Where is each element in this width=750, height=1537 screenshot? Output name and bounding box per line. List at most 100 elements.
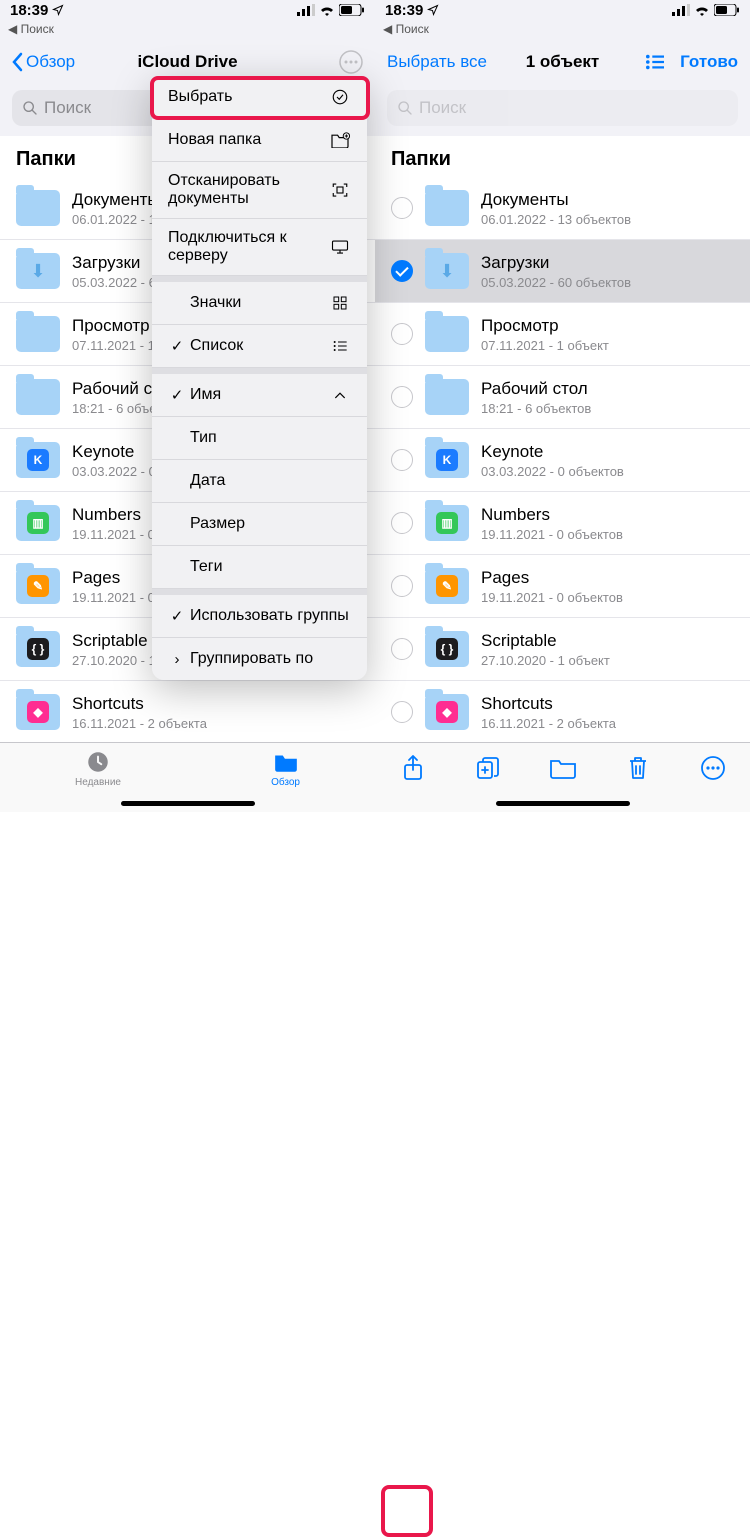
folder-row[interactable]: Просмотр 07.11.2021 - 1 объект (375, 303, 750, 366)
menu-sort-name[interactable]: ✓Имя (152, 374, 367, 417)
menu-connect[interactable]: Подключиться к серверу (152, 219, 367, 276)
folder-icon: ◆ (16, 694, 60, 730)
folder-row[interactable]: ▥Numbers19.11.2021 - 0 объектов (375, 492, 750, 555)
battery-icon (714, 4, 740, 16)
folder-meta: 19.11.2021 - 0 объектов (481, 590, 734, 605)
folder-icon (425, 316, 469, 352)
battery-icon (339, 4, 365, 16)
tab-recent[interactable]: Недавние (75, 749, 121, 788)
share-button[interactable] (398, 753, 428, 783)
scan-icon (329, 181, 351, 199)
select-radio[interactable] (391, 701, 413, 723)
search-icon (22, 100, 38, 116)
view-list-icon[interactable] (644, 53, 666, 71)
folder-icon: ▥ (16, 505, 60, 541)
location-icon (52, 4, 64, 16)
menu-view-list[interactable]: ✓Список (152, 325, 367, 368)
home-indicator[interactable] (121, 801, 255, 806)
select-radio[interactable] (391, 449, 413, 471)
menu-new-folder[interactable]: Новая папка (152, 119, 367, 162)
menu-use-groups[interactable]: ✓Использовать группы (152, 595, 367, 638)
signal-icon (297, 4, 315, 16)
clock-icon (85, 749, 111, 775)
context-menu: Выбрать Новая папка Отсканировать докуме… (152, 76, 367, 680)
folder-row[interactable]: Документы06.01.2022 - 13 объектов (375, 177, 750, 240)
folder-row[interactable]: ✎ Pages 19.11.2021 - 0 объектов (375, 555, 750, 618)
duplicate-button[interactable] (473, 753, 503, 783)
folder-name: Keynote (481, 442, 734, 462)
folder-icon (16, 379, 60, 415)
back-button[interactable]: Обзор (12, 52, 75, 72)
menu-sort-size[interactable]: Размер (152, 503, 367, 546)
more-icon[interactable] (339, 50, 363, 74)
back-to-app[interactable]: ◀ Поиск (0, 20, 375, 40)
done-button[interactable]: Готово (680, 52, 738, 72)
select-radio[interactable] (391, 386, 413, 408)
select-radio[interactable] (391, 260, 413, 282)
location-icon (427, 4, 439, 16)
menu-view-icons[interactable]: Значки (152, 282, 367, 325)
back-to-app[interactable]: ◀ Поиск (375, 20, 750, 40)
folder-name: Numbers (481, 505, 734, 525)
folder-meta: 16.11.2021 - 2 объекта (72, 716, 359, 731)
folder-icon: ✎ (16, 568, 60, 604)
select-radio[interactable] (391, 638, 413, 660)
folder-name: Просмотр (481, 316, 734, 336)
folder-icon: K (425, 442, 469, 478)
search-placeholder: Поиск (419, 98, 466, 118)
menu-sort-type[interactable]: Тип (152, 417, 367, 460)
folder-icon: ⬇ (425, 253, 469, 289)
folder-icon: ✎ (425, 568, 469, 604)
folder-icon (16, 316, 60, 352)
folder-icon: { } (425, 631, 469, 667)
folder-name: Shortcuts (481, 694, 734, 714)
menu-select[interactable]: Выбрать (152, 76, 367, 119)
tab-browse[interactable]: Обзор (271, 749, 300, 788)
screen-left: 18:39 ◀ Поиск Обзор iCloud Drive (0, 0, 375, 812)
folder-icon (425, 190, 469, 226)
folder-meta: 07.11.2021 - 1 объект (481, 338, 734, 353)
select-radio[interactable] (391, 575, 413, 597)
folder-row[interactable]: KKeynote03.03.2022 - 0 объектов (375, 429, 750, 492)
folder-meta: 27.10.2020 - 1 объект (481, 653, 734, 668)
folder-icon: ⬇ (16, 253, 60, 289)
folder-icon (425, 379, 469, 415)
folder-name: Pages (481, 568, 734, 588)
select-all-button[interactable]: Выбрать все (387, 52, 487, 72)
select-radio[interactable] (391, 197, 413, 219)
menu-group-by[interactable]: ›Группировать по (152, 638, 367, 680)
folder-icon: K (16, 442, 60, 478)
section-header: Папки (375, 136, 750, 177)
folder-row[interactable]: { }Scriptable27.10.2020 - 1 объект (375, 618, 750, 681)
menu-sort-tags[interactable]: Теги (152, 546, 367, 589)
wifi-icon (694, 4, 710, 16)
folder-row[interactable]: ◆Shortcuts16.11.2021 - 2 объекта (375, 681, 750, 742)
search-input: Поиск (387, 90, 738, 126)
more-button[interactable] (698, 753, 728, 783)
folder-icon (273, 749, 299, 775)
check-circle-icon (329, 88, 351, 106)
select-radio[interactable] (391, 512, 413, 534)
menu-sort-date[interactable]: Дата (152, 460, 367, 503)
wifi-icon (319, 4, 335, 16)
search-placeholder: Поиск (44, 98, 91, 118)
folder-icon (16, 190, 60, 226)
home-indicator[interactable] (496, 801, 630, 806)
folder-meta: 18:21 - 6 объектов (481, 401, 734, 416)
folder-icon: ◆ (425, 694, 469, 730)
folder-name: Загрузки (481, 253, 734, 273)
move-button[interactable] (548, 753, 578, 783)
menu-scan[interactable]: Отсканировать документы (152, 162, 367, 219)
select-radio[interactable] (391, 323, 413, 345)
folder-meta: 06.01.2022 - 13 объектов (481, 212, 734, 227)
folder-name: Shortcuts (72, 694, 359, 714)
list-icon (329, 339, 351, 353)
delete-button[interactable] (623, 753, 653, 783)
folder-row[interactable]: ⬇ Загрузки 05.03.2022 - 60 объектов (375, 240, 750, 303)
screen-right: 18:39 ◀ Поиск Выбрать все 1 объект (375, 0, 750, 812)
folder-row[interactable]: ◆ Shortcuts 16.11.2021 - 2 объекта (0, 681, 375, 742)
signal-icon (672, 4, 690, 16)
folder-meta: 05.03.2022 - 60 объектов (481, 275, 734, 290)
chevron-up-icon (329, 390, 351, 400)
folder-row[interactable]: Рабочий стол18:21 - 6 объектов (375, 366, 750, 429)
